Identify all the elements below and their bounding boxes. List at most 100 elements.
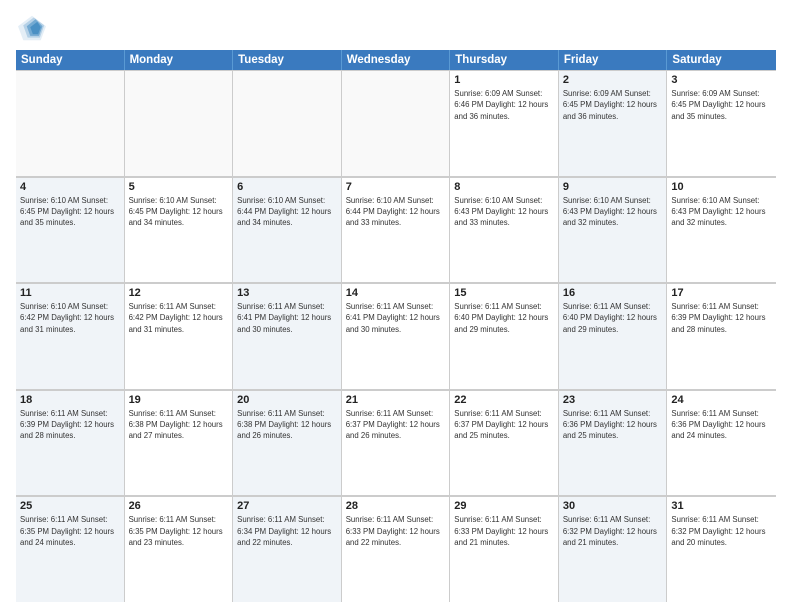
day-number: 22 — [454, 394, 554, 406]
cal-header-friday: Friday — [559, 50, 668, 70]
cal-header-wednesday: Wednesday — [342, 50, 451, 70]
day-number: 7 — [346, 181, 446, 193]
cal-cell-day-31: 31 Sunrise: 6:11 AM Sunset: 6:32 PM Dayli… — [667, 496, 776, 602]
day-info: Sunrise: 6:11 AM Sunset: 6:41 PM Dayligh… — [346, 301, 446, 335]
day-info: Sunrise: 6:11 AM Sunset: 6:36 PM Dayligh… — [563, 408, 663, 442]
day-number: 11 — [20, 287, 120, 299]
day-info: Sunrise: 6:11 AM Sunset: 6:38 PM Dayligh… — [237, 408, 337, 442]
day-info: Sunrise: 6:11 AM Sunset: 6:42 PM Dayligh… — [129, 301, 229, 335]
day-number: 26 — [129, 500, 229, 512]
day-number: 9 — [563, 181, 663, 193]
logo — [16, 14, 52, 42]
header — [16, 14, 776, 42]
cal-cell-day-15: 15 Sunrise: 6:11 AM Sunset: 6:40 PM Dayli… — [450, 283, 559, 389]
cal-cell-day-10: 10 Sunrise: 6:10 AM Sunset: 6:43 PM Dayli… — [667, 177, 776, 283]
day-info: Sunrise: 6:10 AM Sunset: 6:45 PM Dayligh… — [20, 195, 120, 229]
day-number: 30 — [563, 500, 663, 512]
day-info: Sunrise: 6:09 AM Sunset: 6:45 PM Dayligh… — [671, 88, 772, 122]
day-number: 31 — [671, 500, 772, 512]
day-info: Sunrise: 6:11 AM Sunset: 6:37 PM Dayligh… — [454, 408, 554, 442]
cal-cell-day-14: 14 Sunrise: 6:11 AM Sunset: 6:41 PM Dayli… — [342, 283, 451, 389]
day-info: Sunrise: 6:11 AM Sunset: 6:33 PM Dayligh… — [454, 514, 554, 548]
cal-cell-day-20: 20 Sunrise: 6:11 AM Sunset: 6:38 PM Dayli… — [233, 390, 342, 496]
cal-cell-day-29: 29Sunrise: 6:11 AM Sunset: 6:33 PM Dayli… — [450, 496, 559, 602]
day-number: 10 — [671, 181, 772, 193]
day-number: 17 — [671, 287, 772, 299]
day-info: Sunrise: 6:11 AM Sunset: 6:38 PM Dayligh… — [129, 408, 229, 442]
day-number: 1 — [454, 74, 554, 86]
cal-cell-day-21: 21Sunrise: 6:11 AM Sunset: 6:37 PM Dayli… — [342, 390, 451, 496]
day-info: Sunrise: 6:11 AM Sunset: 6:35 PM Dayligh… — [20, 514, 120, 548]
day-number: 27 — [237, 500, 337, 512]
cal-cell-empty — [233, 70, 342, 176]
day-number: 5 — [129, 181, 229, 193]
cal-cell-day-8: 8 Sunrise: 6:10 AM Sunset: 6:43 PM Daylig… — [450, 177, 559, 283]
cal-cell-empty — [342, 70, 451, 176]
cal-header-sunday: Sunday — [16, 50, 125, 70]
cal-cell-day-2: 2Sunrise: 6:09 AM Sunset: 6:45 PM Daylig… — [559, 70, 668, 176]
day-info: Sunrise: 6:11 AM Sunset: 6:34 PM Dayligh… — [237, 514, 337, 548]
day-info: Sunrise: 6:10 AM Sunset: 6:42 PM Dayligh… — [20, 301, 120, 335]
cal-cell-day-24: 24Sunrise: 6:11 AM Sunset: 6:36 PM Dayli… — [667, 390, 776, 496]
day-number: 4 — [20, 181, 120, 193]
day-info: Sunrise: 6:11 AM Sunset: 6:40 PM Dayligh… — [454, 301, 554, 335]
calendar-header-row: SundayMondayTuesdayWednesdayThursdayFrid… — [16, 50, 776, 70]
cal-week-5: 25Sunrise: 6:11 AM Sunset: 6:35 PM Dayli… — [16, 496, 776, 602]
cal-header-tuesday: Tuesday — [233, 50, 342, 70]
cal-cell-empty — [16, 70, 125, 176]
cal-cell-day-19: 19 Sunrise: 6:11 AM Sunset: 6:38 PM Dayli… — [125, 390, 234, 496]
cal-cell-day-18: 18Sunrise: 6:11 AM Sunset: 6:39 PM Dayli… — [16, 390, 125, 496]
cal-week-1: 1 Sunrise: 6:09 AM Sunset: 6:46 PM Daylig… — [16, 70, 776, 177]
day-number: 8 — [454, 181, 554, 193]
day-number: 14 — [346, 287, 446, 299]
cal-cell-day-12: 12 Sunrise: 6:11 AM Sunset: 6:42 PM Dayli… — [125, 283, 234, 389]
day-info: Sunrise: 6:10 AM Sunset: 6:44 PM Dayligh… — [237, 195, 337, 229]
cal-cell-day-11: 11 Sunrise: 6:10 AM Sunset: 6:42 PM Dayli… — [16, 283, 125, 389]
cal-cell-day-9: 9 Sunrise: 6:10 AM Sunset: 6:43 PM Daylig… — [559, 177, 668, 283]
day-number: 12 — [129, 287, 229, 299]
cal-cell-day-27: 27 Sunrise: 6:11 AM Sunset: 6:34 PM Dayli… — [233, 496, 342, 602]
day-number: 3 — [671, 74, 772, 86]
day-info: Sunrise: 6:11 AM Sunset: 6:40 PM Dayligh… — [563, 301, 663, 335]
day-info: Sunrise: 6:10 AM Sunset: 6:43 PM Dayligh… — [671, 195, 772, 229]
calendar-body: 1 Sunrise: 6:09 AM Sunset: 6:46 PM Daylig… — [16, 70, 776, 602]
calendar: SundayMondayTuesdayWednesdayThursdayFrid… — [16, 50, 776, 602]
day-number: 2 — [563, 74, 663, 86]
day-number: 28 — [346, 500, 446, 512]
day-number: 20 — [237, 394, 337, 406]
day-info: Sunrise: 6:10 AM Sunset: 6:43 PM Dayligh… — [454, 195, 554, 229]
day-number: 6 — [237, 181, 337, 193]
day-number: 15 — [454, 287, 554, 299]
day-info: Sunrise: 6:11 AM Sunset: 6:35 PM Dayligh… — [129, 514, 229, 548]
day-number: 23 — [563, 394, 663, 406]
day-number: 19 — [129, 394, 229, 406]
cal-cell-day-5: 5Sunrise: 6:10 AM Sunset: 6:45 PM Daylig… — [125, 177, 234, 283]
day-info: Sunrise: 6:11 AM Sunset: 6:36 PM Dayligh… — [671, 408, 772, 442]
day-info: Sunrise: 6:11 AM Sunset: 6:39 PM Dayligh… — [671, 301, 772, 335]
page: SundayMondayTuesdayWednesdayThursdayFrid… — [0, 0, 792, 612]
cal-cell-day-13: 13Sunrise: 6:11 AM Sunset: 6:41 PM Dayli… — [233, 283, 342, 389]
cal-week-4: 18Sunrise: 6:11 AM Sunset: 6:39 PM Dayli… — [16, 390, 776, 497]
cal-cell-day-1: 1 Sunrise: 6:09 AM Sunset: 6:46 PM Daylig… — [450, 70, 559, 176]
cal-cell-day-6: 6 Sunrise: 6:10 AM Sunset: 6:44 PM Daylig… — [233, 177, 342, 283]
day-info: Sunrise: 6:09 AM Sunset: 6:46 PM Dayligh… — [454, 88, 554, 122]
day-info: Sunrise: 6:11 AM Sunset: 6:41 PM Dayligh… — [237, 301, 337, 335]
cal-cell-day-23: 23 Sunrise: 6:11 AM Sunset: 6:36 PM Dayli… — [559, 390, 668, 496]
cal-cell-empty — [125, 70, 234, 176]
cal-week-2: 4 Sunrise: 6:10 AM Sunset: 6:45 PM Daylig… — [16, 177, 776, 284]
day-info: Sunrise: 6:11 AM Sunset: 6:32 PM Dayligh… — [671, 514, 772, 548]
cal-cell-day-30: 30Sunrise: 6:11 AM Sunset: 6:32 PM Dayli… — [559, 496, 668, 602]
cal-week-3: 11 Sunrise: 6:10 AM Sunset: 6:42 PM Dayli… — [16, 283, 776, 390]
cal-header-saturday: Saturday — [667, 50, 776, 70]
cal-cell-day-17: 17 Sunrise: 6:11 AM Sunset: 6:39 PM Dayli… — [667, 283, 776, 389]
cal-cell-day-3: 3 Sunrise: 6:09 AM Sunset: 6:45 PM Daylig… — [667, 70, 776, 176]
day-info: Sunrise: 6:11 AM Sunset: 6:37 PM Dayligh… — [346, 408, 446, 442]
cal-cell-day-28: 28Sunrise: 6:11 AM Sunset: 6:33 PM Dayli… — [342, 496, 451, 602]
day-number: 18 — [20, 394, 120, 406]
cal-cell-day-4: 4 Sunrise: 6:10 AM Sunset: 6:45 PM Daylig… — [16, 177, 125, 283]
day-info: Sunrise: 6:10 AM Sunset: 6:44 PM Dayligh… — [346, 195, 446, 229]
day-info: Sunrise: 6:10 AM Sunset: 6:43 PM Dayligh… — [563, 195, 663, 229]
cal-header-thursday: Thursday — [450, 50, 559, 70]
logo-icon — [16, 14, 48, 42]
cal-cell-day-22: 22 Sunrise: 6:11 AM Sunset: 6:37 PM Dayli… — [450, 390, 559, 496]
